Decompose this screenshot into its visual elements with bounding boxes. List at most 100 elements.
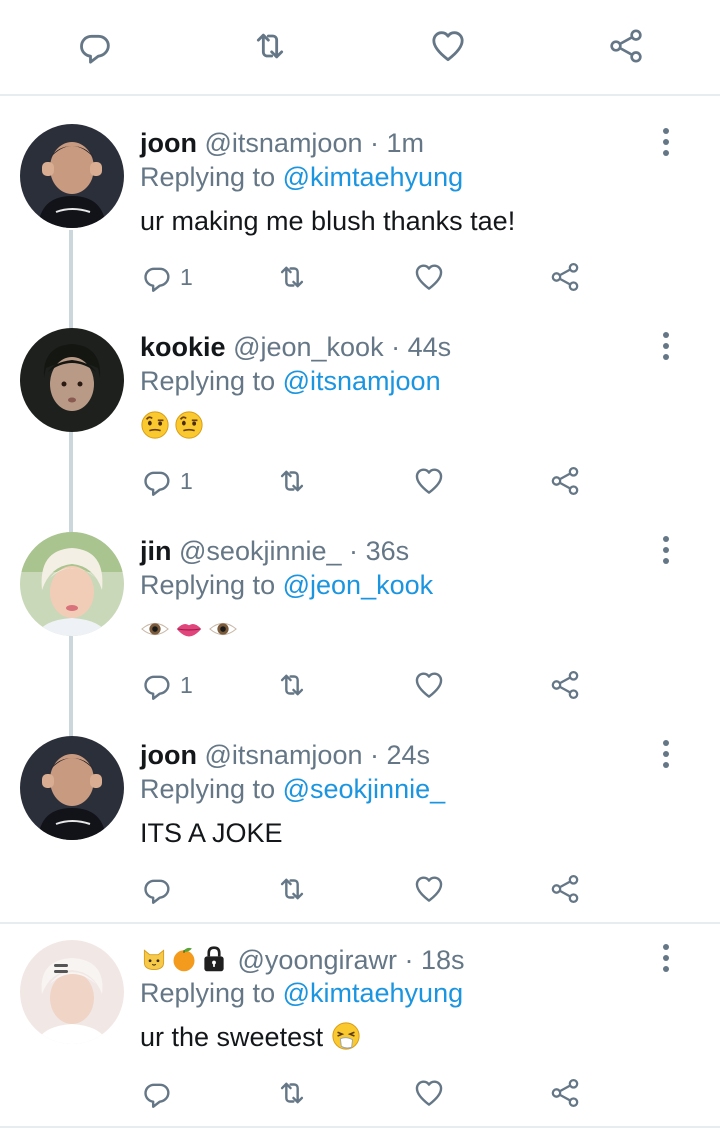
avatar[interactable] (20, 532, 124, 636)
more-options-icon[interactable] (654, 940, 678, 976)
share-icon[interactable] (606, 26, 646, 66)
timestamp[interactable]: 24s (387, 740, 431, 770)
more-options-icon[interactable] (654, 124, 678, 160)
reply-button[interactable]: 1 (140, 461, 193, 501)
reply-button[interactable]: 1 (140, 665, 193, 705)
display-name[interactable]: kookie (140, 332, 226, 362)
replying-to-label: Replying to (140, 366, 276, 396)
replying-to: Replying to @seokjinnie_ (140, 772, 445, 806)
tweet-header: joon @itsnamjoon · 24s (140, 738, 430, 772)
separator-dot: · (391, 332, 401, 362)
like-icon[interactable] (428, 26, 468, 66)
avatar[interactable] (20, 736, 124, 840)
tweet-text: ur making me blush thanks tae! (140, 206, 516, 236)
tweet-text: ur the sweetest (140, 1019, 365, 1055)
tweet-actions: 1 (140, 257, 600, 297)
tweet-text (140, 612, 242, 648)
mention-link[interactable]: @itsnamjoon (283, 366, 441, 396)
replying-to-label: Replying to (140, 570, 276, 600)
handle[interactable]: @itsnamjoon (205, 740, 363, 770)
retweet-icon[interactable] (275, 461, 309, 501)
mention-link[interactable]: @seokjinnie_ (283, 774, 446, 804)
more-options-icon[interactable] (654, 532, 678, 568)
handle[interactable]: @seokjinnie_ (179, 536, 342, 566)
reply-count: 1 (180, 671, 193, 698)
reply-count: 1 (180, 263, 193, 290)
replying-to: Replying to @kimtaehyung (140, 160, 463, 194)
tweet-actions (140, 869, 600, 909)
retweet-icon[interactable] (275, 257, 309, 297)
replying-to: Replying to @kimtaehyung (140, 976, 463, 1010)
display-name[interactable]: jin (140, 536, 172, 566)
separator-dot: · (370, 740, 379, 770)
like-icon[interactable] (412, 257, 446, 297)
replying-to-label: Replying to (140, 162, 276, 192)
handle[interactable]: @jeon_kook (233, 332, 384, 362)
mention-link[interactable]: @jeon_kook (283, 570, 434, 600)
reply-icon (140, 668, 174, 702)
handle[interactable]: @itsnamjoon (205, 128, 363, 158)
reply-icon (140, 464, 174, 498)
cat-face-emoji (140, 945, 168, 973)
sneezing-face-emoji (331, 1021, 361, 1051)
thread-divider (0, 922, 720, 924)
reply-icon[interactable] (140, 1073, 174, 1113)
tweet-actions: 1 (140, 665, 600, 705)
eye-emoji (140, 614, 170, 644)
timestamp[interactable]: 18s (421, 945, 465, 975)
share-icon[interactable] (548, 665, 582, 705)
separator-dot: · (370, 128, 379, 158)
eye-emoji (208, 614, 238, 644)
share-icon[interactable] (548, 461, 582, 501)
timestamp[interactable]: 36s (366, 536, 410, 566)
more-options-icon[interactable] (654, 328, 678, 364)
thread-line (69, 230, 73, 748)
replying-to: Replying to @jeon_kook (140, 568, 433, 602)
tweet-text: ITS A JOKE (140, 818, 283, 848)
top-action-bar (0, 0, 720, 96)
timestamp[interactable]: 1m (387, 128, 425, 158)
reply-count: 1 (180, 467, 193, 494)
share-icon[interactable] (548, 257, 582, 297)
tweet-actions: 1 (140, 461, 600, 501)
retweet-icon[interactable] (275, 1073, 309, 1113)
reply-icon[interactable] (140, 869, 174, 909)
tweet-header: kookie @jeon_kook · 44s (140, 330, 451, 364)
face-with-raised-eyebrow-emoji (140, 410, 170, 440)
bottom-divider (0, 1126, 720, 1128)
face-with-raised-eyebrow-emoji (174, 410, 204, 440)
avatar[interactable] (20, 124, 124, 228)
tweet-text-content: ur the sweetest (140, 1022, 324, 1052)
replying-to: Replying to @itsnamjoon (140, 364, 441, 398)
share-icon[interactable] (548, 869, 582, 909)
tweet-text (140, 408, 208, 444)
retweet-icon[interactable] (275, 869, 309, 909)
more-options-icon[interactable] (654, 736, 678, 772)
replying-to-label: Replying to (140, 774, 276, 804)
like-icon[interactable] (412, 869, 446, 909)
mention-link[interactable]: @kimtaehyung (283, 978, 464, 1008)
like-icon[interactable] (412, 1073, 446, 1113)
reply-icon (140, 260, 174, 294)
tweet-header: jin @seokjinnie_ · 36s (140, 534, 409, 568)
display-name[interactable]: joon (140, 128, 197, 158)
like-icon[interactable] (412, 461, 446, 501)
handle[interactable]: @yoongirawr (238, 945, 397, 975)
avatar[interactable] (20, 940, 124, 1044)
retweet-icon[interactable] (275, 665, 309, 705)
reply-icon[interactable] (75, 26, 115, 66)
display-name[interactable]: joon (140, 740, 197, 770)
separator-dot: · (404, 945, 414, 975)
replying-to-label: Replying to (140, 978, 276, 1008)
tweet-header: joon @itsnamjoon · 1m (140, 126, 424, 160)
like-icon[interactable] (412, 665, 446, 705)
tweet-actions (140, 1073, 600, 1113)
lips-emoji (174, 614, 204, 644)
share-icon[interactable] (548, 1073, 582, 1113)
retweet-icon[interactable] (250, 26, 290, 66)
timestamp[interactable]: 44s (408, 332, 452, 362)
avatar[interactable] (20, 328, 124, 432)
mention-link[interactable]: @kimtaehyung (283, 162, 464, 192)
tangerine-emoji (170, 945, 198, 973)
reply-button[interactable]: 1 (140, 257, 193, 297)
